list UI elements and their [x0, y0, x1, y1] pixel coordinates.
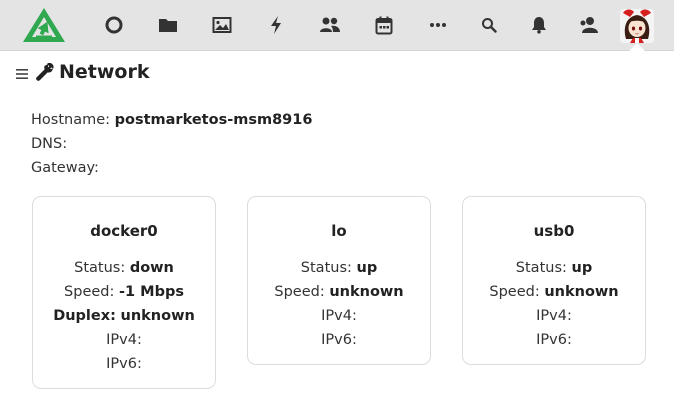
calendar-nav-button[interactable] — [372, 13, 396, 37]
gateway-label: Gateway: — [31, 160, 99, 176]
user-icon — [580, 17, 598, 33]
interface-name: usb0 — [533, 222, 575, 240]
user-avatar[interactable] — [620, 9, 654, 43]
interface-card-usb0: usb0 Status: up Speed: unknown IPv4: IPv… — [462, 196, 646, 365]
status-row: Status: down — [33, 256, 215, 280]
interface-name: docker0 — [90, 222, 158, 240]
interface-name: lo — [331, 222, 347, 240]
lightning-icon — [271, 16, 281, 34]
speed-row: Speed: unknown — [248, 280, 430, 304]
system-info: Hostname: postmarketos-msm8916 DNS: Gate… — [31, 108, 312, 180]
speed-label: Speed: — [64, 284, 115, 300]
status-value: up — [356, 260, 378, 276]
status-value: up — [571, 260, 593, 276]
status-label: Status: — [300, 260, 352, 276]
ipv6-row: IPv6: — [33, 352, 215, 376]
dns-label: DNS: — [31, 136, 68, 152]
more-icon — [430, 23, 446, 27]
ipv4-label: IPv4: — [106, 332, 142, 348]
ipv6-row: IPv6: — [248, 328, 430, 352]
notifications-button[interactable] — [527, 13, 551, 37]
app-logo[interactable] — [22, 7, 66, 43]
hamburger-menu-icon[interactable] — [16, 68, 28, 80]
interface-card-docker0: docker0 Status: down Speed: -1 Mbps Dupl… — [32, 196, 216, 389]
dashboard-nav-button[interactable] — [102, 13, 126, 37]
ipv4-row: IPv4: — [248, 304, 430, 328]
menu-caret — [629, 43, 645, 51]
wrench-icon — [36, 63, 54, 81]
files-nav-button[interactable] — [156, 13, 180, 37]
search-icon — [482, 18, 497, 33]
status-value: down — [129, 260, 174, 276]
ipv6-label: IPv6: — [321, 332, 357, 348]
duplex-value: unknown — [120, 308, 195, 324]
duplex-label: Duplex: — [53, 308, 116, 324]
speed-row: Speed: -1 Mbps — [33, 280, 215, 304]
interface-card-lo: lo Status: up Speed: unknown IPv4: IPv6: — [247, 196, 431, 365]
status-label: Status: — [74, 260, 126, 276]
top-navigation-bar — [0, 0, 674, 51]
hostname-row: Hostname: postmarketos-msm8916 — [31, 108, 312, 132]
page-title: Network — [59, 61, 150, 83]
contacts-menu-button[interactable] — [577, 13, 601, 37]
speed-value: -1 Mbps — [118, 284, 184, 300]
duplex-row: Duplex: unknown — [33, 304, 215, 328]
gateway-row: Gateway: — [31, 156, 312, 180]
more-apps-button[interactable] — [426, 13, 450, 37]
image-icon — [212, 17, 232, 33]
users-icon — [320, 17, 340, 32]
status-row: Status: up — [248, 256, 430, 280]
ipv6-row: IPv6: — [463, 328, 645, 352]
contacts-nav-button[interactable] — [318, 13, 342, 37]
ipv4-row: IPv4: — [463, 304, 645, 328]
calendar-icon — [375, 16, 393, 34]
activity-nav-button[interactable] — [264, 13, 288, 37]
avatar-image — [620, 9, 654, 43]
ipv4-label: IPv4: — [321, 308, 357, 324]
speed-value: unknown — [329, 284, 404, 300]
page-header: Network — [16, 60, 149, 84]
speed-label: Speed: — [274, 284, 325, 300]
folder-icon — [159, 19, 177, 32]
dns-row: DNS: — [31, 132, 312, 156]
ipv6-label: IPv6: — [536, 332, 572, 348]
status-row: Status: up — [463, 256, 645, 280]
bell-icon — [532, 17, 546, 34]
status-label: Status: — [515, 260, 567, 276]
speed-row: Speed: unknown — [463, 280, 645, 304]
speed-label: Speed: — [489, 284, 540, 300]
ipv6-label: IPv6: — [106, 356, 142, 372]
hostname-value: postmarketos-msm8916 — [114, 112, 313, 128]
photos-nav-button[interactable] — [210, 13, 234, 37]
speed-value: unknown — [544, 284, 619, 300]
ipv4-row: IPv4: — [33, 328, 215, 352]
hostname-label: Hostname: — [31, 112, 111, 128]
circle-icon — [105, 16, 123, 34]
search-button[interactable] — [477, 13, 501, 37]
ipv4-label: IPv4: — [536, 308, 572, 324]
